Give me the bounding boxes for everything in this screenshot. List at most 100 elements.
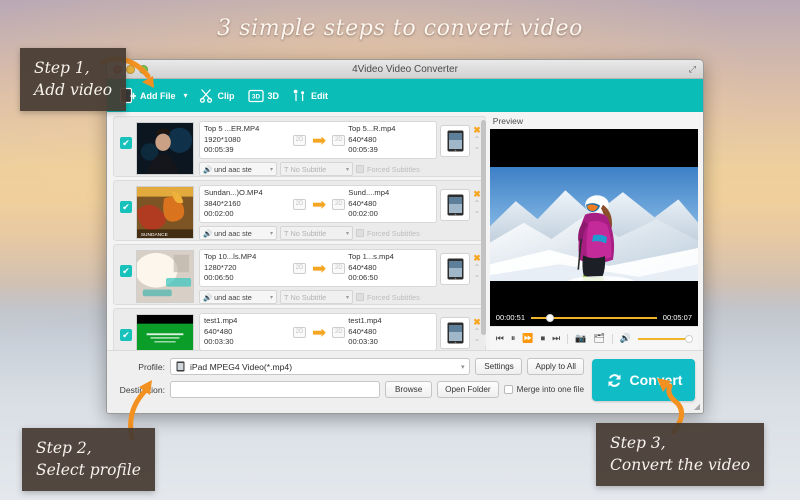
source-2d-badge: 2D: [293, 262, 306, 274]
remove-file-button[interactable]: ✖: [473, 190, 481, 199]
main-content: ✔ Top 5 ...ER.MP4 1920*1080 00:05:39 2D …: [107, 112, 703, 350]
seek-bar[interactable]: 00:00:51 00:05:07: [489, 309, 698, 327]
convert-button[interactable]: Convert: [592, 359, 695, 401]
current-time: 00:00:51: [495, 313, 525, 323]
file-thumbnail[interactable]: [136, 122, 194, 175]
file-thumbnail[interactable]: SUNDANCE: [136, 186, 194, 239]
subtitle-chevron-down-icon[interactable]: ▾: [346, 166, 349, 173]
seek-knob[interactable]: [546, 313, 555, 322]
edit-button[interactable]: Edit: [288, 86, 337, 105]
resize-grip-icon[interactable]: ◢: [694, 402, 700, 411]
forced-subtitles-box[interactable]: [356, 293, 364, 301]
reorder-handle[interactable]: ⌃ ⌄: [474, 264, 481, 279]
pause-button[interactable]: ⏸: [511, 333, 516, 344]
audio-track-select[interactable]: 🔊 und aac ste ▾: [199, 226, 277, 240]
file-row-checkbox[interactable]: ✔: [120, 265, 132, 277]
profile-chevron-down-icon[interactable]: ▾: [461, 363, 465, 371]
three-d-button[interactable]: 3D 3D: [244, 87, 289, 105]
forced-subtitles-checkbox[interactable]: Forced Subtitles: [356, 229, 420, 238]
reorder-handle[interactable]: ⌃ ⌄: [474, 200, 481, 215]
forced-subtitles-box[interactable]: [356, 229, 364, 237]
profile-select[interactable]: iPad MPEG4 Video(*.mp4) ▾: [170, 358, 471, 375]
destination-input[interactable]: [170, 381, 381, 398]
source-filename: Sundan...)O.MP4: [204, 187, 263, 197]
subtitle-chevron-down-icon[interactable]: ▾: [346, 294, 349, 301]
file-row[interactable]: ✔ Top 5 ...ER.MP4 1920*1080 00:05:39 2D …: [113, 116, 486, 177]
file-list-scrollbar[interactable]: [480, 118, 486, 347]
volume-slider[interactable]: [638, 334, 694, 343]
subtitle-chevron-down-icon[interactable]: ▾: [346, 230, 349, 237]
file-row[interactable]: ✔ SUNDANCE Sundan...)O.MP4 3840*2160 00:…: [113, 180, 486, 241]
subtitle-track-value: No Subtitle: [290, 228, 327, 238]
forced-subtitles-box[interactable]: [356, 165, 364, 173]
subtitle-track-select[interactable]: T No Subtitle ▾: [280, 162, 353, 176]
edit-label: Edit: [311, 90, 329, 101]
target-device-preview[interactable]: [440, 317, 471, 349]
file-row-main: Sundan...)O.MP4 3840*2160 00:02:00 2D ➡ …: [199, 185, 438, 240]
open-folder-button[interactable]: 🗂: [593, 333, 604, 344]
audio-chevron-down-icon[interactable]: ▾: [270, 230, 273, 237]
volume-knob[interactable]: [685, 334, 694, 343]
merge-checkbox[interactable]: Merge into one file: [503, 385, 584, 394]
file-list[interactable]: ✔ Top 5 ...ER.MP4 1920*1080 00:05:39 2D …: [113, 116, 488, 350]
destination-row: Destination: Browse Open Folder Merge in…: [115, 381, 584, 398]
letterbox-bottom: [489, 281, 698, 310]
preview-panel: Preview 00:00:51 00:05:07 ⏮ ⏸ ⏩ ⏹ ⏭ 📷 🗂 …: [488, 112, 703, 350]
volume-button[interactable]: 🔊: [620, 333, 631, 344]
file-list-panel: ✔ Top 5 ...ER.MP4 1920*1080 00:05:39 2D …: [107, 112, 488, 350]
audio-chevron-down-icon[interactable]: ▾: [270, 294, 273, 301]
file-row[interactable]: ✔ Top 10...ls.MP4 1280*720 00:06:50 2D ➡…: [113, 244, 486, 305]
open-folder-button[interactable]: Open Folder: [437, 381, 499, 398]
forced-subtitles-checkbox[interactable]: Forced Subtitles: [356, 165, 420, 174]
file-row[interactable]: ✔ test1.mp4 640*480 00:03:30 2D ➡ 2D tes: [113, 308, 486, 350]
merge-checkbox-box[interactable]: [503, 385, 513, 394]
target-resolution: 640*480: [348, 198, 377, 208]
browse-button[interactable]: Browse: [385, 381, 433, 398]
stop-button[interactable]: ⏹: [541, 333, 546, 344]
callout-step-1: Step 1, Add video: [20, 48, 127, 111]
target-device-preview[interactable]: [440, 125, 471, 157]
file-row-checkbox[interactable]: ✔: [120, 201, 132, 213]
target-device-preview[interactable]: [440, 253, 471, 285]
target-2d-badge: 2D: [332, 134, 346, 146]
target-meta: test1.mp4 640*480 00:03:30: [348, 316, 432, 348]
remove-file-button[interactable]: ✖: [473, 126, 481, 135]
audio-track-select[interactable]: 🔊 und aac ste ▾: [199, 162, 277, 176]
source-resolution: 3840*2160: [204, 198, 241, 208]
previous-button[interactable]: ⏮: [496, 333, 504, 344]
target-device-preview[interactable]: [440, 189, 471, 221]
file-info-card: Top 10...ls.MP4 1280*720 00:06:50 2D ➡ 2…: [199, 249, 438, 287]
settings-button[interactable]: Settings: [475, 358, 523, 375]
forced-subtitles-checkbox[interactable]: Forced Subtitles: [356, 293, 420, 302]
file-thumbnail[interactable]: [136, 250, 194, 303]
apply-to-all-button[interactable]: Apply to All: [527, 358, 584, 375]
audio-chevron-down-icon[interactable]: ▾: [270, 166, 273, 173]
source-meta: Top 10...ls.MP4 1280*720 00:06:50: [204, 252, 290, 284]
transport-divider: [567, 333, 569, 344]
source-filename: test1.mp4: [204, 315, 238, 325]
file-row-checkbox[interactable]: ✔: [120, 329, 132, 341]
subtitle-track-select[interactable]: T No Subtitle ▾: [280, 226, 353, 240]
target-filename: Sund....mp4: [348, 187, 390, 197]
reorder-handle[interactable]: ⌃ ⌄: [474, 136, 481, 151]
destination-label: Destination:: [119, 384, 165, 395]
fast-forward-button[interactable]: ⏩: [522, 333, 533, 344]
clip-button[interactable]: Clip: [195, 86, 244, 105]
conversion-arrow-icon: ➡: [312, 258, 327, 278]
remove-file-button[interactable]: ✖: [473, 254, 481, 263]
seek-track[interactable]: [531, 313, 657, 322]
expand-icon[interactable]: ⤢: [689, 64, 696, 75]
audio-track-value: und aac ste: [214, 292, 252, 302]
file-track-controls: 🔊 und aac ste ▾ T No Subtitle ▾ Forced S…: [199, 226, 437, 240]
file-thumbnail[interactable]: [136, 314, 194, 350]
video-preview[interactable]: [489, 129, 698, 310]
snapshot-button[interactable]: 📷: [575, 333, 586, 344]
audio-track-select[interactable]: 🔊 und aac ste ▾: [199, 290, 277, 304]
subtitle-track-select[interactable]: T No Subtitle ▾: [280, 290, 353, 304]
file-row-checkbox[interactable]: ✔: [120, 137, 132, 149]
transport-controls: ⏮ ⏸ ⏩ ⏹ ⏭ 📷 🗂 🔊: [489, 326, 698, 350]
add-file-chevron-down-icon[interactable]: ▾: [182, 91, 195, 100]
remove-file-button[interactable]: ✖: [473, 318, 481, 327]
next-button[interactable]: ⏭: [552, 333, 560, 344]
reorder-handle[interactable]: ⌃ ⌄: [474, 328, 481, 343]
